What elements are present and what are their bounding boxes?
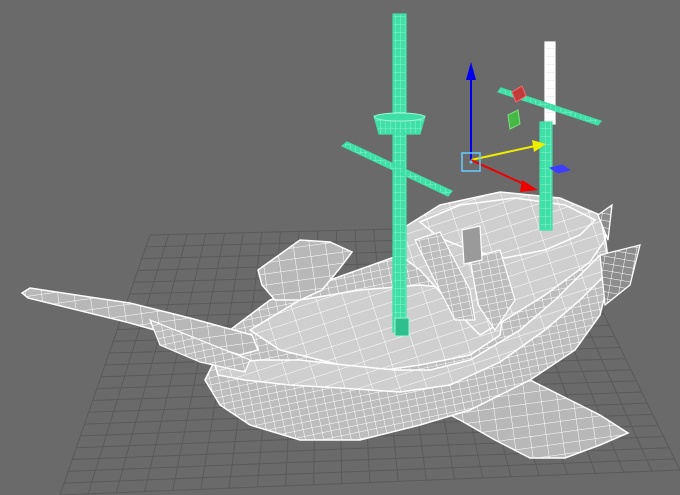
gizmo-center-dot xyxy=(469,160,473,164)
stern-side-fin-mesh xyxy=(599,244,641,307)
gizmo-xz-plane[interactable] xyxy=(507,109,521,130)
grid-line xyxy=(64,458,675,484)
scene-canvas[interactable] xyxy=(0,0,680,495)
3d-viewport[interactable] xyxy=(0,0,680,495)
stern-door-mesh xyxy=(461,225,483,265)
gizmo-xy-plane[interactable] xyxy=(548,164,572,174)
gizmo-x-arrow-icon[interactable] xyxy=(520,180,538,192)
gizmo-y-arrow-icon[interactable] xyxy=(466,62,476,80)
grid-line xyxy=(59,469,680,495)
bowsprit-mesh xyxy=(20,287,260,356)
